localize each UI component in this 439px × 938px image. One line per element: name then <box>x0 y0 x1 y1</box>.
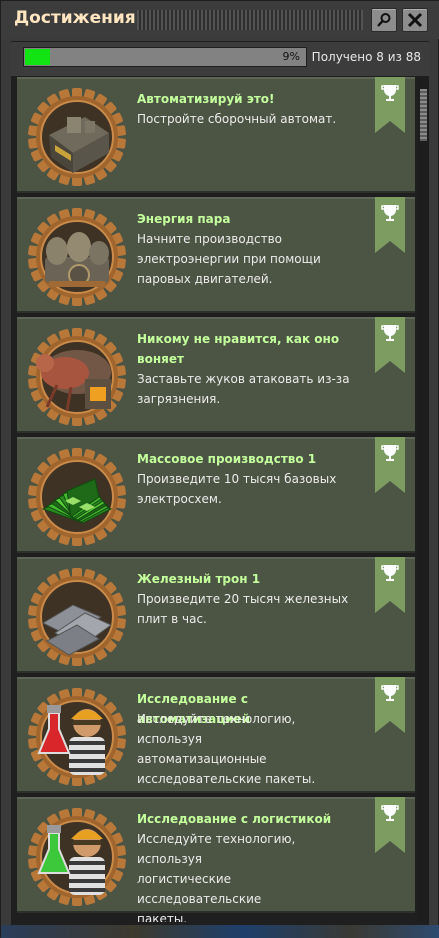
achievement-title-line: Автоматизируй это! <box>137 92 275 106</box>
electronic-circuit-icon <box>28 448 126 546</box>
achievement-title-line: Железный трон 1 <box>137 572 261 586</box>
assembling-machine-icon <box>28 88 126 186</box>
achievement-title-line: воняет <box>137 352 184 366</box>
achievement-card[interactable]: Железный трон 1 Произведите 20 тысяч желе… <box>17 557 415 673</box>
achievement-description-line: автоматизационные <box>137 752 267 766</box>
achievement-card[interactable]: Автоматизируй это! Постройте сборочный ав… <box>17 77 415 193</box>
trophy-ribbon-icon <box>375 797 405 853</box>
achievement-description-line: Произведите 20 тысяч железных <box>137 592 349 606</box>
close-button[interactable] <box>402 8 428 32</box>
achievement-title-line: Массовое производство 1 <box>137 452 317 466</box>
achievement-description: Постройте сборочный автомат. <box>137 109 355 129</box>
achievement-title: Никому не нравится, как оно воняет <box>137 329 355 369</box>
achievement-description-line: пакеты. <box>137 912 188 922</box>
achievement-description-line: логистические исследовательские <box>137 872 262 906</box>
trophy-ribbon-icon <box>375 437 405 493</box>
achievement-title: Автоматизируй это! <box>137 89 355 109</box>
biter-icon <box>28 328 126 426</box>
achievement-description: Исследуйте технологию, используя автомати… <box>137 709 355 789</box>
achievement-description-line: электросхем. <box>137 492 222 506</box>
red-science-engineer-icon <box>28 688 126 786</box>
achievement-card[interactable]: Исследование с автоматизацией Исследуйте … <box>17 677 415 793</box>
scrollbar-thumb[interactable] <box>420 89 427 141</box>
achievement-description: Произведите 10 тысяч базовых электросхем. <box>137 469 355 509</box>
achievement-card[interactable]: Энергия пара Начните производство электроэ… <box>17 197 415 313</box>
window-title: Достижения <box>14 8 136 28</box>
achievement-title-line: Исследование с логистикой <box>137 812 332 826</box>
green-science-engineer-icon <box>28 808 126 906</box>
achievement-description-line: Заставьте жуков атаковать из-за <box>137 372 350 386</box>
achievement-description: Произведите 20 тысяч железных плит в час. <box>137 589 355 629</box>
search-icon <box>377 13 391 27</box>
achievement-card[interactable]: Исследование с логистикой Исследуйте техн… <box>17 797 415 922</box>
trophy-ribbon-icon <box>375 197 405 253</box>
achievement-list[interactable]: Автоматизируй это! Постройте сборочный ав… <box>15 77 415 922</box>
trophy-ribbon-icon <box>375 317 405 373</box>
achievement-title: Энергия пара <box>137 209 355 229</box>
achievements-window: Достижения 9% Получено 8 из 88 Автоматиз… <box>0 0 439 938</box>
achievement-description: Исследуйте технологию, используя логистич… <box>137 829 355 922</box>
achievement-title: Массовое производство 1 <box>137 449 355 469</box>
achievement-description-line: плит в час. <box>137 612 207 626</box>
drag-handle[interactable] <box>137 10 363 30</box>
title-bar[interactable]: Достижения <box>1 1 439 39</box>
achievement-title: Железный трон 1 <box>137 569 355 589</box>
achievement-card[interactable]: Массовое производство 1 Произведите 10 ты… <box>17 437 415 553</box>
achievement-description-line: Исследуйте технологию, используя <box>137 712 296 746</box>
progress-percent: 9% <box>282 50 300 63</box>
trophy-ribbon-icon <box>375 557 405 613</box>
trophy-ribbon-icon <box>375 677 405 733</box>
achievement-description: Заставьте жуков атаковать из-за загрязнен… <box>137 369 355 409</box>
progress-summary: Получено 8 из 88 <box>311 50 421 64</box>
achievement-description: Начните производство электроэнергии при п… <box>137 229 355 289</box>
achievement-title-line: Никому не нравится, как оно <box>137 332 340 346</box>
trophy-ribbon-icon <box>375 77 405 133</box>
scrollbar[interactable] <box>418 77 429 922</box>
progress-row: 9% Получено 8 из 88 <box>11 42 429 76</box>
progress-fill <box>25 49 50 65</box>
achievement-card[interactable]: Никому не нравится, как оно воняет Заставь… <box>17 317 415 433</box>
achievement-description-line: Исследуйте технологию, используя <box>137 832 296 866</box>
achievement-title-line: Энергия пара <box>137 212 231 226</box>
achievement-description-line: электроэнергии при помощи <box>137 252 321 266</box>
close-icon <box>407 12 423 28</box>
achievement-title: Исследование с логистикой <box>137 809 355 829</box>
background-strip <box>1 925 439 938</box>
achievement-description-line: паровых двигателей. <box>137 272 273 286</box>
achievement-description-line: Произведите 10 тысяч базовых <box>137 472 337 486</box>
progress-bar: 9% <box>23 47 307 67</box>
achievement-description-line: исследовательские пакеты. <box>137 772 316 786</box>
steam-engine-icon <box>28 208 126 306</box>
iron-plate-icon <box>28 568 126 666</box>
search-button[interactable] <box>371 8 397 32</box>
achievement-description-line: Постройте сборочный автомат. <box>137 112 337 126</box>
achievement-description-line: Начните производство <box>137 232 282 246</box>
achievement-description-line: загрязнения. <box>137 392 221 406</box>
